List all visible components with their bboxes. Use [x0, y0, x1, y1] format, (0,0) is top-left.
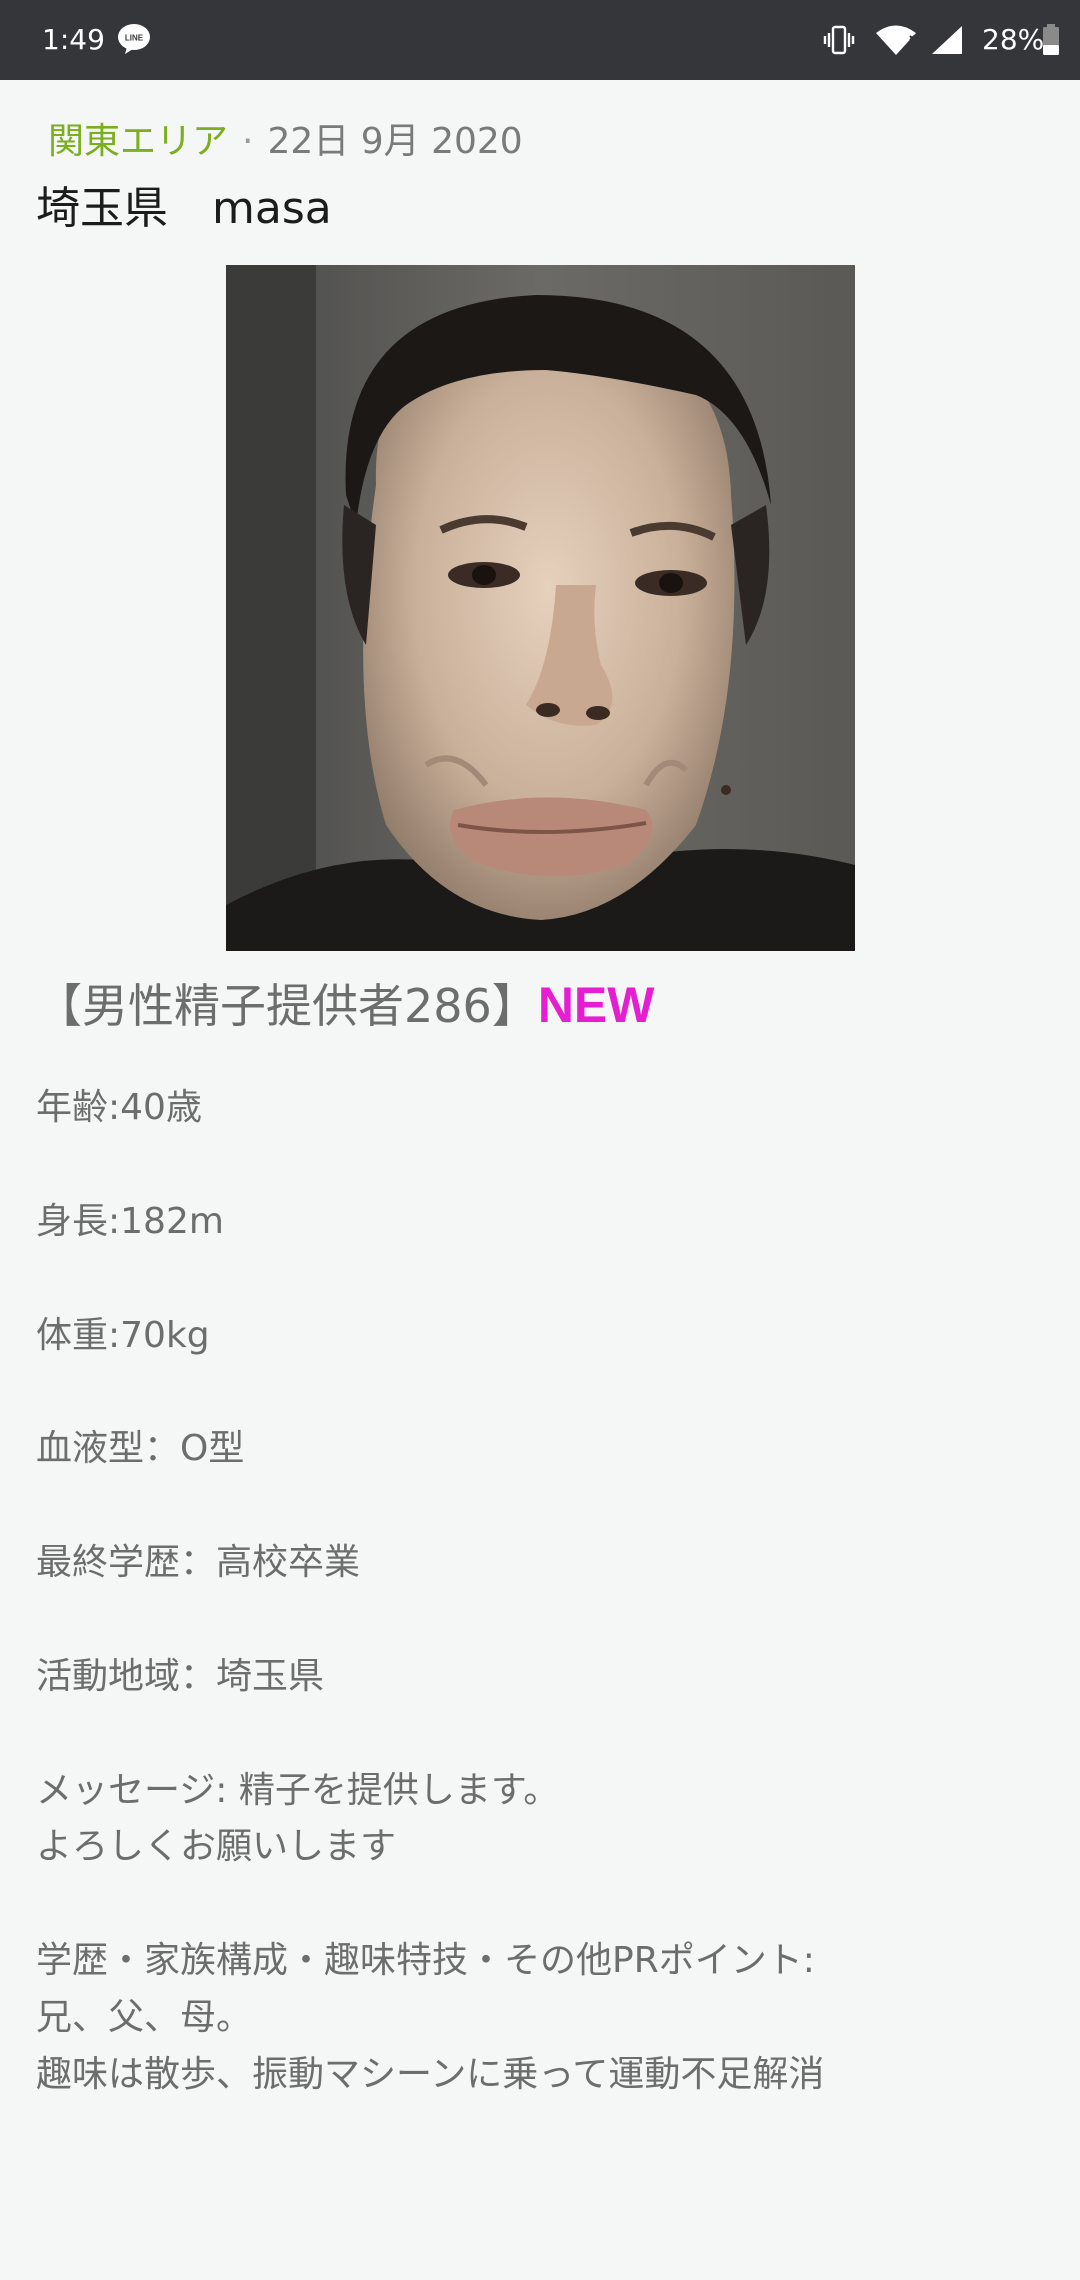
field-message: メッセージ: 精子を提供します。 [36, 1770, 560, 1811]
field-pr-family: 兄、父、母。 [36, 1997, 253, 2038]
field-message-cont: よろしくお願いします [36, 1826, 397, 1867]
profile-photo-image [226, 265, 855, 951]
line-app-icon: LINE [118, 24, 150, 54]
signal-icon [932, 26, 962, 54]
field-blood-type: 血液型：O型 [36, 1428, 245, 1469]
post-date: 22日 9月 2020 [267, 121, 523, 162]
field-education: 最終学歴：高校卒業 [36, 1542, 361, 1583]
field-age: 年齢:40歳 [36, 1087, 202, 1128]
category-link[interactable]: 関東エリア [48, 121, 228, 162]
meta-separator: · [242, 121, 254, 162]
field-activity-area: 活動地域：埼玉県 [36, 1656, 325, 1697]
profile-photo[interactable] [226, 265, 855, 951]
field-weight: 体重:70kg [36, 1315, 210, 1356]
wifi-icon [876, 25, 916, 55]
headline-text: 【男性精子提供者286】 [36, 979, 538, 1033]
svg-text:LINE: LINE [125, 34, 144, 43]
status-time: 1:49 [42, 23, 105, 56]
post-title: 埼玉県 masa [36, 183, 332, 234]
profile-headline: 【男性精子提供者286】NEW [36, 973, 654, 1038]
field-pr-label: 学歴・家族構成・趣味特技・その他PRポイント: [36, 1940, 815, 1981]
battery-icon [1043, 24, 1059, 55]
status-bar: 1:49 LINE 28% [0, 0, 1080, 80]
battery-percentage: 28% [982, 23, 1045, 56]
post-meta: 関東エリア · 22日 9月 2020 [48, 118, 523, 166]
new-badge: NEW [537, 977, 655, 1033]
field-height: 身長:182m [36, 1201, 224, 1242]
field-pr-hobby: 趣味は散歩、振動マシーンに乗って運動不足解消 [36, 2054, 825, 2095]
vibrate-icon [823, 25, 855, 55]
